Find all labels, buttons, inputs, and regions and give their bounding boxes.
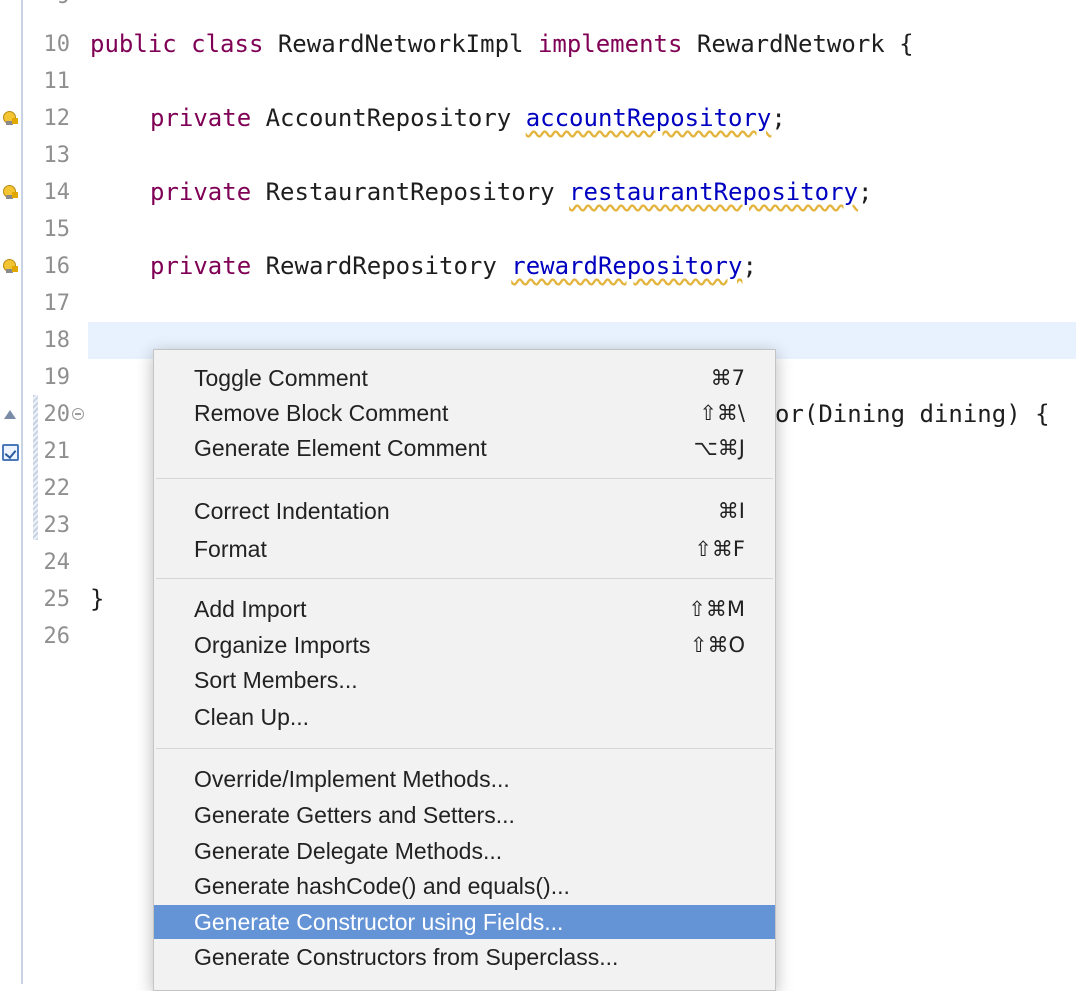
line-number: 25	[43, 587, 71, 612]
menu-item-label: Sort Members...	[194, 667, 358, 693]
keyword: private	[150, 178, 252, 206]
menu-item-organize-imports[interactable]: Organize Imports ⇧⌘O	[154, 628, 775, 662]
code-line[interactable]: 15	[0, 211, 1076, 248]
line-number: 24	[43, 550, 71, 575]
menu-item-label: Generate Getters and Setters...	[194, 802, 515, 828]
keyword: implements	[537, 30, 683, 58]
menu-item-label: Generate Element Comment	[194, 435, 487, 461]
menu-item-format[interactable]: Format ⇧⌘F	[154, 532, 775, 566]
menu-item-label: Clean Up...	[194, 704, 310, 730]
menu-item-label: Generate hashCode() and equals()...	[194, 873, 570, 899]
menu-item-shortcut: ⇧⌘O	[689, 633, 745, 657]
menu-item-label: Override/Implement Methods...	[194, 766, 510, 792]
line-number: 13	[43, 143, 71, 168]
code-line[interactable]: 10 public class RewardNetworkImpl implem…	[0, 26, 1076, 63]
menu-item-shortcut: ⌘I	[717, 499, 745, 523]
line-number: 17	[43, 291, 71, 316]
field-declaration: private AccountRepository accountReposit…	[150, 100, 786, 137]
class-declaration: public class RewardNetworkImpl implement…	[90, 26, 914, 63]
line-number: 21	[43, 439, 71, 464]
line-number: 9	[32, 0, 70, 15]
type-name: AccountRepository	[251, 104, 526, 132]
quick-fix-warning-icon[interactable]	[2, 258, 18, 274]
line-number: 19	[43, 365, 71, 390]
menu-item-generate-element-comment[interactable]: Generate Element Comment ⌥⌘J	[154, 431, 775, 465]
source-context-menu[interactable]: Toggle Comment ⌘7 Remove Block Comment ⇧…	[153, 349, 776, 991]
quick-fix-warning-icon[interactable]	[2, 184, 18, 200]
menu-separator	[156, 478, 773, 479]
menu-item-label: Generate Delegate Methods...	[194, 838, 503, 864]
menu-item-label: Correct Indentation	[194, 498, 390, 524]
semicolon: ;	[742, 252, 757, 280]
line-number: 15	[43, 217, 71, 242]
field-declaration: private RewardRepository rewardRepositor…	[150, 248, 757, 285]
line-number: 23	[43, 513, 71, 538]
semicolon: ;	[771, 104, 786, 132]
field-name: rewardRepository	[511, 252, 743, 280]
type-name: RewardRepository	[251, 252, 512, 280]
code-line[interactable]: 11	[0, 63, 1076, 100]
menu-item-generate-getters-setters[interactable]: Generate Getters and Setters...	[154, 798, 775, 832]
keyword: private	[150, 252, 252, 280]
menu-item-shortcut: ⇧⌘F	[694, 537, 745, 561]
code-line[interactable]: 17	[0, 285, 1076, 322]
code-line[interactable]: 9	[0, 0, 1076, 15]
code-line[interactable]: 12 private AccountRepository accountRepo…	[0, 100, 1076, 137]
menu-item-label: Remove Block Comment	[194, 400, 449, 426]
class-name: RewardNetworkImpl	[263, 30, 538, 58]
fold-collapse-icon[interactable]	[72, 408, 84, 420]
line-number: 12	[43, 106, 71, 131]
type-name: RestaurantRepository	[251, 178, 570, 206]
keyword: private	[150, 104, 252, 132]
menu-item-shortcut: ⌘7	[710, 366, 745, 390]
menu-item-clean-up[interactable]: Clean Up...	[154, 700, 775, 734]
menu-separator	[156, 748, 773, 749]
task-marker-icon[interactable]	[2, 443, 19, 461]
menu-item-remove-block-comment[interactable]: Remove Block Comment ⇧⌘\	[154, 396, 775, 430]
menu-item-toggle-comment[interactable]: Toggle Comment ⌘7	[154, 361, 775, 395]
override-marker-icon[interactable]	[2, 406, 18, 422]
closing-brace: }	[90, 585, 105, 613]
line-number: 14	[43, 180, 71, 205]
field-name: accountRepository	[525, 104, 772, 132]
code-line[interactable]: 13	[0, 137, 1076, 174]
field-declaration: private RestaurantRepository restaurantR…	[150, 174, 872, 211]
field-name: restaurantRepository	[569, 178, 859, 206]
menu-item-generate-constructors-from-superclass[interactable]: Generate Constructors from Superclass...	[154, 940, 775, 974]
menu-item-shortcut: ⌥⌘J	[693, 436, 745, 460]
menu-item-shortcut: ⇧⌘\	[699, 401, 745, 425]
line-number: 22	[43, 476, 71, 501]
quick-fix-warning-icon[interactable]	[2, 110, 18, 126]
line-number: 11	[43, 69, 71, 94]
line-number: 16	[43, 254, 71, 279]
line-number: 20	[43, 402, 71, 427]
interface-name: RewardNetwork {	[682, 30, 914, 58]
menu-item-label: Organize Imports	[194, 632, 371, 658]
menu-item-override-implement-methods[interactable]: Override/Implement Methods...	[154, 762, 775, 796]
menu-item-add-import[interactable]: Add Import ⇧⌘M	[154, 592, 775, 626]
menu-item-generate-constructor-using-fields[interactable]: Generate Constructor using Fields...	[154, 905, 775, 939]
menu-separator	[156, 578, 773, 579]
semicolon: ;	[858, 178, 873, 206]
menu-item-label: Generate Constructor using Fields...	[194, 909, 564, 935]
code-line[interactable]: 14 private RestaurantRepository restaura…	[0, 174, 1076, 211]
menu-item-label: Toggle Comment	[194, 365, 368, 391]
line-number: 18	[43, 328, 71, 353]
code-line[interactable]: 16 private RewardRepository rewardReposi…	[0, 248, 1076, 285]
menu-item-generate-hashcode-equals[interactable]: Generate hashCode() and equals()...	[154, 869, 775, 903]
menu-item-generate-delegate-methods[interactable]: Generate Delegate Methods...	[154, 834, 775, 868]
menu-item-shortcut: ⇧⌘M	[688, 597, 745, 621]
menu-item-label: Format	[194, 536, 267, 562]
menu-item-sort-members[interactable]: Sort Members...	[154, 663, 775, 697]
keyword: public class	[90, 30, 264, 58]
line-number: 10	[43, 32, 71, 57]
menu-item-label: Generate Constructors from Superclass...	[194, 944, 619, 970]
menu-item-label: Add Import	[194, 596, 307, 622]
line-number: 26	[43, 624, 71, 649]
menu-item-correct-indentation[interactable]: Correct Indentation ⌘I	[154, 494, 775, 528]
method-signature-tail: or(Dining dining) {	[775, 400, 1050, 428]
